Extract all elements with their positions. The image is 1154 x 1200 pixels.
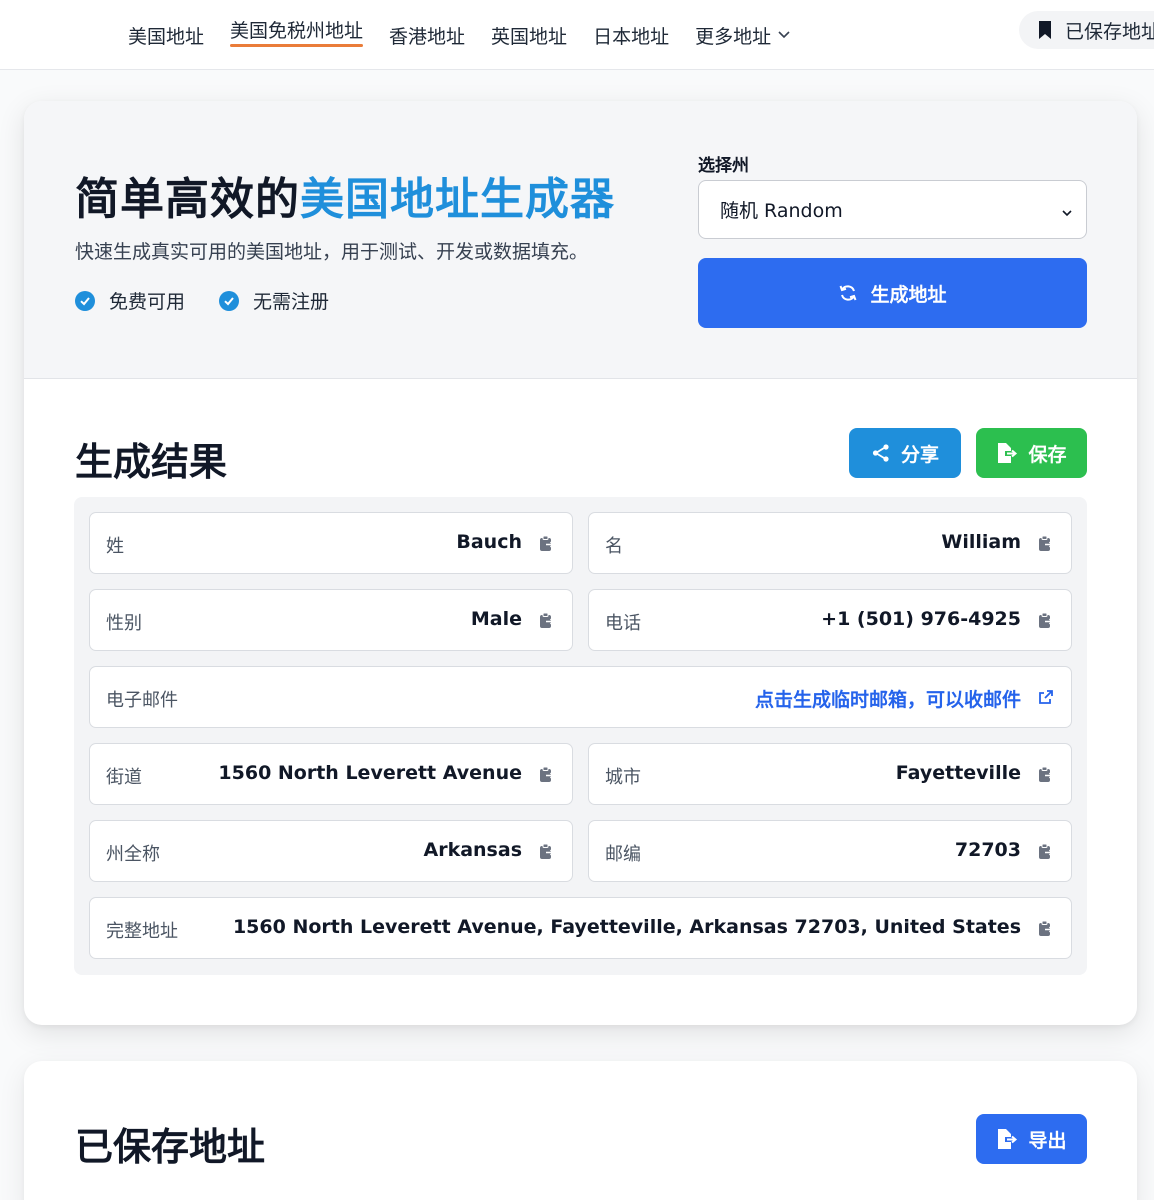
field-value: Arkansas (423, 839, 523, 861)
check-circle-icon (75, 290, 95, 311)
saved-addresses-card: 已保存地址 导出 (24, 1061, 1137, 1200)
field-value: 72703 (954, 839, 1021, 861)
hero-subtitle: 快速生成真实可用的美国地址，用于测试、开发或数据填充。 (75, 241, 589, 263)
feature-free: 免费可用 (75, 287, 185, 314)
nav-link-more[interactable]: 更多地址 (695, 0, 791, 70)
copy-icon[interactable] (1038, 535, 1054, 552)
hero-section: 简单高效的美国地址生成器 快速生成真实可用的美国地址，用于测试、开发或数据填充。… (24, 101, 1137, 379)
results-title: 生成结果 (75, 440, 228, 484)
nav-link-hk[interactable]: 香港地址 (389, 0, 465, 70)
share-icon (871, 443, 891, 463)
state-select[interactable]: 随机 Random (698, 180, 1087, 239)
feature-free-label: 免费可用 (109, 291, 186, 313)
copy-icon[interactable] (539, 535, 555, 552)
field-label: 电话 (605, 613, 641, 634)
state-select-value: 随机 Random (720, 200, 843, 222)
chevron-down-icon (777, 24, 791, 46)
nav-link-us-tax-free[interactable]: 美国免税州地址 (230, 0, 364, 70)
result-fields: 姓 Bauch 名 William 性别 Male 电话 +1 (501) 97… (74, 497, 1087, 975)
save-label: 保存 (1028, 443, 1067, 466)
field-value: +1 (501) 976-4925 (821, 608, 1021, 630)
copy-icon[interactable] (1038, 612, 1054, 629)
field-gender[interactable]: 性别 Male (89, 589, 573, 651)
title-main: 简单高效的 (75, 174, 300, 225)
copy-icon[interactable] (539, 612, 555, 629)
chevron-down-icon (1060, 203, 1074, 225)
field-label: 姓 (106, 536, 124, 557)
field-label: 电子邮件 (106, 690, 178, 711)
export-label: 导出 (1028, 1129, 1067, 1152)
generator-card: 简单高效的美国地址生成器 快速生成真实可用的美国地址，用于测试、开发或数据填充。… (24, 101, 1137, 1025)
nav-link-more-label: 更多地址 (695, 25, 772, 48)
saved-addresses-title: 已保存地址 (75, 1125, 266, 1169)
external-link-icon[interactable] (1038, 689, 1054, 705)
field-last-name[interactable]: 姓 Bauch (89, 512, 573, 574)
field-label: 城市 (605, 767, 641, 788)
check-circle-icon (219, 290, 240, 311)
field-full-address[interactable]: 完整地址 1560 North Leverett Avenue, Fayette… (89, 897, 1072, 959)
page-title: 简单高效的美国地址生成器 (75, 163, 615, 227)
generate-address-button[interactable]: 生成地址 (698, 258, 1087, 328)
temp-email-link[interactable]: 点击生成临时邮箱，可以收邮件 (755, 685, 1021, 712)
nav-link-uk[interactable]: 英国地址 (491, 0, 567, 70)
copy-icon[interactable] (1038, 843, 1054, 860)
field-first-name[interactable]: 名 William (588, 512, 1072, 574)
file-export-icon (996, 1128, 1018, 1150)
field-value: 1560 North Leverett Avenue (218, 762, 522, 784)
field-label: 完整地址 (106, 921, 178, 942)
nav-links: 美国地址 美国免税州地址 香港地址 英国地址 日本地址 更多地址 (128, 0, 817, 70)
saved-addresses-label: 已保存地址 (1065, 20, 1154, 43)
field-value: Bauch (456, 531, 522, 553)
bookmark-icon (1037, 20, 1053, 40)
field-phone[interactable]: 电话 +1 (501) 976-4925 (588, 589, 1072, 651)
refresh-icon (838, 283, 858, 303)
copy-icon[interactable] (1038, 766, 1054, 783)
feature-no-signup-label: 无需注册 (253, 291, 330, 313)
field-street[interactable]: 街道 1560 North Leverett Avenue (89, 743, 573, 805)
field-label: 性别 (106, 613, 142, 634)
generate-address-label: 生成地址 (870, 283, 947, 306)
share-label: 分享 (900, 443, 939, 466)
nav-link-jp[interactable]: 日本地址 (593, 0, 669, 70)
feature-list: 免费可用 无需注册 (75, 287, 363, 314)
saved-addresses-button[interactable]: 已保存地址 (1019, 11, 1154, 49)
top-navigation: 美国地址 美国免税州地址 香港地址 英国地址 日本地址 更多地址 已保存地址 (0, 0, 1154, 70)
field-state[interactable]: 州全称 Arkansas (89, 820, 573, 882)
copy-icon[interactable] (539, 843, 555, 860)
share-button[interactable]: 分享 (849, 428, 961, 478)
field-label: 名 (605, 536, 623, 557)
title-accent: 美国地址生成器 (300, 174, 615, 225)
field-city[interactable]: 城市 Fayetteville (588, 743, 1072, 805)
save-button[interactable]: 保存 (976, 428, 1087, 478)
field-label: 邮编 (605, 844, 641, 865)
feature-no-signup: 无需注册 (219, 287, 329, 314)
state-select-label: 选择州 (698, 156, 749, 176)
field-value: Fayetteville (895, 762, 1021, 784)
field-value: 1560 North Leverett Avenue, Fayetteville… (232, 916, 1021, 938)
copy-icon[interactable] (539, 766, 555, 783)
copy-icon[interactable] (1038, 920, 1054, 937)
export-button[interactable]: 导出 (976, 1114, 1087, 1164)
field-label: 街道 (106, 767, 142, 788)
nav-link-us[interactable]: 美国地址 (128, 0, 204, 70)
field-label: 州全称 (106, 844, 160, 865)
file-export-icon (996, 442, 1018, 464)
field-zip[interactable]: 邮编 72703 (588, 820, 1072, 882)
field-email[interactable]: 电子邮件 点击生成临时邮箱，可以收邮件 (89, 666, 1072, 728)
field-value: William (941, 531, 1021, 553)
field-value: Male (470, 608, 522, 630)
